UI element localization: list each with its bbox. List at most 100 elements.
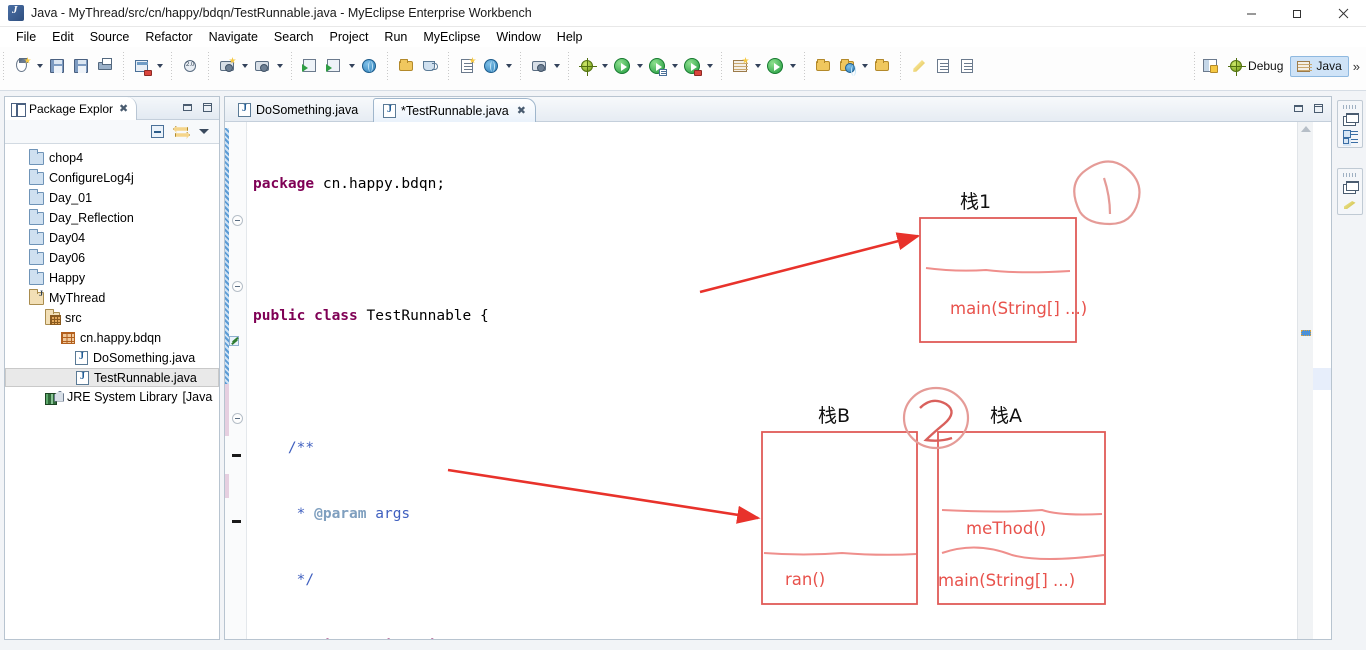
debug-icon[interactable]	[575, 54, 599, 78]
fold-marker-icon[interactable]	[232, 449, 243, 460]
menu-help[interactable]: Help	[549, 29, 591, 45]
editor-overview-ruler[interactable]	[1313, 122, 1331, 639]
menu-source[interactable]: Source	[82, 29, 138, 45]
refresh-icon[interactable]	[763, 54, 787, 78]
pencil-icon[interactable]	[907, 54, 931, 78]
save-icon[interactable]	[45, 54, 69, 78]
fold-marker-icon[interactable]	[232, 515, 243, 526]
run-server-dropdown-icon[interactable]	[346, 54, 357, 78]
close-icon[interactable]: ✖	[517, 104, 526, 117]
open-folder-icon[interactable]	[811, 54, 835, 78]
menu-search[interactable]: Search	[266, 29, 322, 45]
tab-dosomething-java[interactable]: DoSomething.java	[229, 98, 367, 122]
save-all-icon[interactable]	[69, 54, 93, 78]
refresh-dropdown-icon[interactable]	[787, 54, 798, 78]
edit-pencil-icon[interactable]	[1343, 198, 1358, 211]
db-explorer-dropdown-icon[interactable]	[274, 54, 285, 78]
db-browser-dropdown-icon[interactable]	[239, 54, 250, 78]
tree-item-package-cn-happy-bdqn[interactable]: cn.happy.bdqn	[5, 328, 219, 348]
menu-file[interactable]: File	[8, 29, 44, 45]
open-perspective-icon[interactable]	[1198, 54, 1222, 78]
perspective-java-button[interactable]: Java	[1290, 55, 1349, 77]
search-folder-dropdown-icon[interactable]	[859, 54, 870, 78]
preview-report-icon[interactable]	[479, 54, 503, 78]
tree-item-day-reflection[interactable]: Day_Reflection	[5, 208, 219, 228]
run-icon[interactable]	[610, 54, 634, 78]
deploy-dropdown-icon[interactable]	[154, 54, 165, 78]
tree-item-configurelog4j[interactable]: ConfigureLog4j	[5, 168, 219, 188]
run-java-icon[interactable]	[298, 54, 322, 78]
fold-collapse-icon[interactable]	[232, 413, 243, 424]
run-dropdown-icon[interactable]	[634, 54, 645, 78]
minimize-icon[interactable]	[1291, 101, 1306, 116]
menu-project[interactable]: Project	[322, 29, 377, 45]
editor-vertical-scrollbar[interactable]	[1297, 122, 1313, 639]
menu-window[interactable]: Window	[488, 29, 548, 45]
preview-report-dropdown-icon[interactable]	[503, 54, 514, 78]
code-area[interactable]: package cn.happy.bdqn; public class Test…	[249, 122, 1285, 639]
maximize-button[interactable]	[1274, 0, 1320, 27]
db-browser-icon[interactable]	[215, 54, 239, 78]
link-with-editor-icon[interactable]	[172, 123, 189, 140]
menu-refactor[interactable]: Refactor	[137, 29, 200, 45]
web-browser-icon[interactable]	[357, 54, 381, 78]
restore-icon[interactable]	[1342, 181, 1359, 194]
open-type-icon[interactable]	[394, 54, 418, 78]
collapse-all-icon[interactable]	[149, 123, 166, 140]
toggle-block-icon[interactable]	[931, 54, 955, 78]
new-report-icon[interactable]	[455, 54, 479, 78]
run-last-icon[interactable]	[645, 54, 669, 78]
yellow-folder-icon[interactable]	[870, 54, 894, 78]
deploy-icon[interactable]	[130, 54, 154, 78]
new-element-dropdown-icon[interactable]	[752, 54, 763, 78]
db-explorer-icon[interactable]	[250, 54, 274, 78]
fold-collapse-icon[interactable]	[232, 215, 243, 226]
close-button[interactable]	[1320, 0, 1366, 27]
close-icon[interactable]: ✖	[119, 102, 128, 115]
drag-handle[interactable]	[1343, 173, 1357, 177]
scroll-up-arrow-icon[interactable]	[1301, 126, 1311, 132]
tree-item-testrunnable-java[interactable]: TestRunnable.java	[5, 368, 219, 387]
run-server-icon[interactable]	[322, 54, 346, 78]
tab-testrunnable-java[interactable]: *TestRunnable.java ✖	[373, 98, 536, 122]
perspective-overflow-icon[interactable]: »	[1349, 59, 1364, 74]
open-resource-icon[interactable]	[418, 54, 442, 78]
snapshot-icon[interactable]	[527, 54, 551, 78]
tree-item-day06[interactable]: Day06	[5, 248, 219, 268]
minimize-icon[interactable]	[180, 100, 195, 115]
print-icon[interactable]	[93, 54, 117, 78]
restore-icon[interactable]	[1342, 113, 1359, 126]
drag-handle[interactable]	[1343, 105, 1357, 109]
tree-item-src[interactable]: src	[5, 308, 219, 328]
perspective-debug-button[interactable]: Debug	[1222, 56, 1290, 77]
tree-item-day04[interactable]: Day04	[5, 228, 219, 248]
tree-item-jre-system-library[interactable]: JRE System Library [Java	[5, 387, 219, 407]
maximize-icon[interactable]	[200, 100, 215, 115]
view-menu-icon[interactable]	[195, 123, 212, 140]
new-wizard-dropdown-icon[interactable]	[34, 54, 45, 78]
tree-item-chop4[interactable]: chop4	[5, 148, 219, 168]
tree-item-mythread[interactable]: MyThread	[5, 288, 219, 308]
menu-myeclipse[interactable]: MyEclipse	[415, 29, 488, 45]
menu-edit[interactable]: Edit	[44, 29, 82, 45]
snapshot-dropdown-icon[interactable]	[551, 54, 562, 78]
maximize-icon[interactable]	[1311, 101, 1326, 116]
tree-item-dosomething-java[interactable]: DoSomething.java	[5, 348, 219, 368]
coverage-dropdown-icon[interactable]	[704, 54, 715, 78]
debug-dropdown-icon[interactable]	[599, 54, 610, 78]
menu-navigate[interactable]: Navigate	[201, 29, 266, 45]
toggle-mark-icon[interactable]	[955, 54, 979, 78]
new-wizard-icon[interactable]	[10, 54, 34, 78]
tree-item-happy[interactable]: Happy	[5, 268, 219, 288]
package-explorer-tab[interactable]: Package Explor ✖	[5, 97, 138, 120]
search-folder-icon[interactable]	[835, 54, 859, 78]
fold-collapse-icon[interactable]	[232, 281, 243, 292]
minimize-button[interactable]	[1228, 0, 1274, 27]
new-element-icon[interactable]	[728, 54, 752, 78]
outline-icon[interactable]	[1342, 130, 1358, 144]
editor-gutter[interactable]	[225, 122, 247, 639]
tree-item-day-01[interactable]: Day_01	[5, 188, 219, 208]
coverage-icon[interactable]	[680, 54, 704, 78]
run-last-dropdown-icon[interactable]	[669, 54, 680, 78]
menu-run[interactable]: Run	[376, 29, 415, 45]
